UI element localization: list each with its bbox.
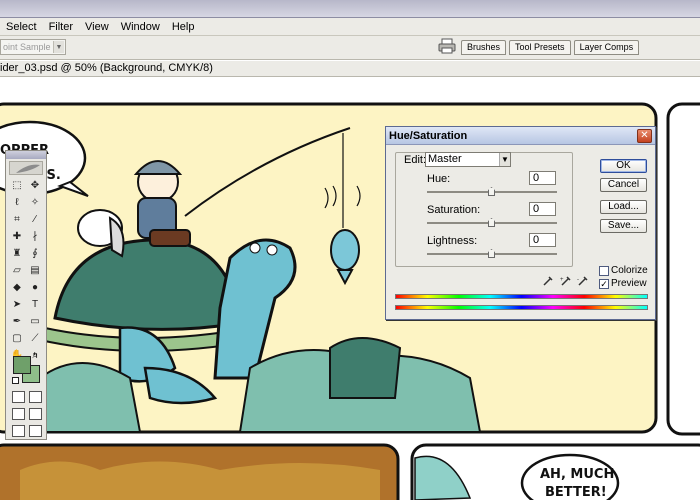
lightness-input[interactable]: 0 [529, 233, 556, 247]
lasso-tool-icon[interactable]: ℓ [8, 194, 26, 211]
chevron-down-icon: ▼ [53, 41, 64, 53]
blur-tool-icon[interactable]: ◆ [8, 279, 26, 296]
standard-mode-icon[interactable] [12, 391, 25, 403]
sample-size-select[interactable]: oint Sample ▼ [0, 39, 66, 55]
document-titlebar[interactable]: ider_03.psd @ 50% (Background, CMYK/8) [0, 61, 700, 77]
cancel-button[interactable]: Cancel [600, 178, 647, 192]
menu-help[interactable]: Help [166, 21, 201, 33]
menu-window[interactable]: Window [115, 21, 166, 33]
notes-tool-icon[interactable]: ▢ [8, 330, 26, 347]
lightness-label: Lightness: [427, 235, 478, 247]
preview-checkbox[interactable]: ✓ [599, 279, 609, 289]
toolbox-titlebar[interactable] [6, 151, 46, 159]
colorize-checkbox[interactable] [599, 266, 609, 276]
tab-tool-presets[interactable]: Tool Presets [509, 40, 571, 55]
tab-layer-comps[interactable]: Layer Comps [573, 40, 640, 55]
svg-text:+: + [560, 277, 564, 283]
palette-well: Brushes Tool Presets Layer Comps [461, 40, 642, 55]
crop-tool-icon[interactable]: ⌗ [8, 211, 26, 228]
pen-tool-icon[interactable]: ✒ [8, 313, 26, 330]
jump-row [12, 425, 42, 437]
toolbox-panel: ⬚ ✥ ℓ ✧ ⌗ ∕ ✚ ∤ ♜ ∮ ▱ ▤ ◆ ● ➤ T ✒ ▭ ▢ ⟋ … [5, 150, 47, 440]
brush-tool-icon[interactable]: ∤ [26, 228, 44, 245]
marquee-tool-icon[interactable]: ⬚ [8, 177, 26, 194]
eyedropper-minus-icon[interactable]: - [577, 275, 589, 287]
svg-text:-: - [577, 277, 579, 283]
menu-bar: Select Filter View Window Help [0, 18, 700, 36]
bubble-text-line-3: AH, MUCH [540, 467, 614, 482]
edit-channel-value: Master [428, 153, 462, 165]
hue-label: Hue: [427, 173, 451, 185]
chevron-down-icon: ▼ [499, 153, 510, 166]
eyedropper-plus-icon[interactable]: + [560, 275, 572, 287]
screen-mode-standard-icon[interactable] [12, 408, 25, 420]
close-icon[interactable]: ✕ [637, 129, 652, 143]
healing-brush-icon[interactable]: ✚ [8, 228, 26, 245]
color-spectrum-top [395, 294, 648, 299]
checkmark-icon: ✓ [600, 279, 608, 289]
dialog-title[interactable]: Hue/Saturation [386, 127, 655, 145]
edit-channel-select[interactable]: Master ▼ [425, 152, 511, 167]
quickmask-mode-icon[interactable] [29, 391, 42, 403]
menu-filter[interactable]: Filter [43, 21, 79, 33]
screen-mode-row [12, 408, 42, 420]
slice-tool-icon[interactable]: ∕ [26, 211, 44, 228]
ok-button[interactable]: OK [600, 159, 647, 173]
gradient-tool-icon[interactable]: ▤ [26, 262, 44, 279]
eyedropper-icon[interactable] [542, 275, 554, 287]
menu-select[interactable]: Select [0, 21, 43, 33]
quickmask-row [12, 391, 42, 403]
load-button[interactable]: Load... [600, 200, 647, 214]
eraser-tool-icon[interactable]: ▱ [8, 262, 26, 279]
preview-label: Preview [611, 278, 647, 289]
swap-colors-icon[interactable]: ↰ [32, 351, 39, 360]
edit-in-imageready-icon[interactable] [29, 425, 42, 437]
printer-icon[interactable] [438, 38, 456, 54]
history-brush-icon[interactable]: ∮ [26, 245, 44, 262]
bubble-text-line-4: BETTER! [545, 485, 607, 500]
menu-view[interactable]: View [79, 21, 115, 33]
saturation-input[interactable]: 0 [529, 202, 556, 216]
saturation-label: Saturation: [427, 204, 481, 216]
move-tool-icon[interactable]: ✥ [26, 177, 44, 194]
eyedropper-tool-icon[interactable]: ⟋ [26, 330, 44, 347]
colorize-label: Colorize [611, 265, 648, 276]
edit-label: Edit: [404, 154, 427, 166]
clone-stamp-icon[interactable]: ♜ [8, 245, 26, 262]
screen-mode-full-icon[interactable] [29, 408, 42, 420]
default-colors-icon[interactable] [12, 377, 19, 384]
comic-panel-right [666, 102, 700, 436]
tab-brushes[interactable]: Brushes [461, 40, 507, 55]
hue-input[interactable]: 0 [529, 171, 556, 185]
foreground-color-swatch[interactable] [13, 356, 31, 374]
magic-wand-icon[interactable]: ✧ [26, 194, 44, 211]
jump-to-imageready-icon[interactable] [12, 425, 25, 437]
comic-panel-bottom-left [0, 443, 400, 500]
path-select-icon[interactable]: ➤ [8, 296, 26, 313]
save-button[interactable]: Save... [600, 219, 647, 233]
document-title: ider_03.psd @ 50% (Background, CMYK/8) [0, 62, 213, 74]
shape-tool-icon[interactable]: ▭ [26, 313, 44, 330]
feather-logo-icon[interactable] [9, 161, 43, 175]
sample-size-value: oint Sample [3, 42, 51, 52]
dodge-tool-icon[interactable]: ● [26, 279, 44, 296]
type-tool-icon[interactable]: T [26, 296, 44, 313]
comic-panel-bottom-right: AH, MUCH BETTER! [410, 443, 700, 500]
hue-saturation-dialog: Hue/Saturation ✕ Edit: Master ▼ Hue: 0 S… [385, 126, 656, 320]
color-spectrum-bottom [395, 305, 648, 310]
app-titlebar [0, 0, 700, 18]
